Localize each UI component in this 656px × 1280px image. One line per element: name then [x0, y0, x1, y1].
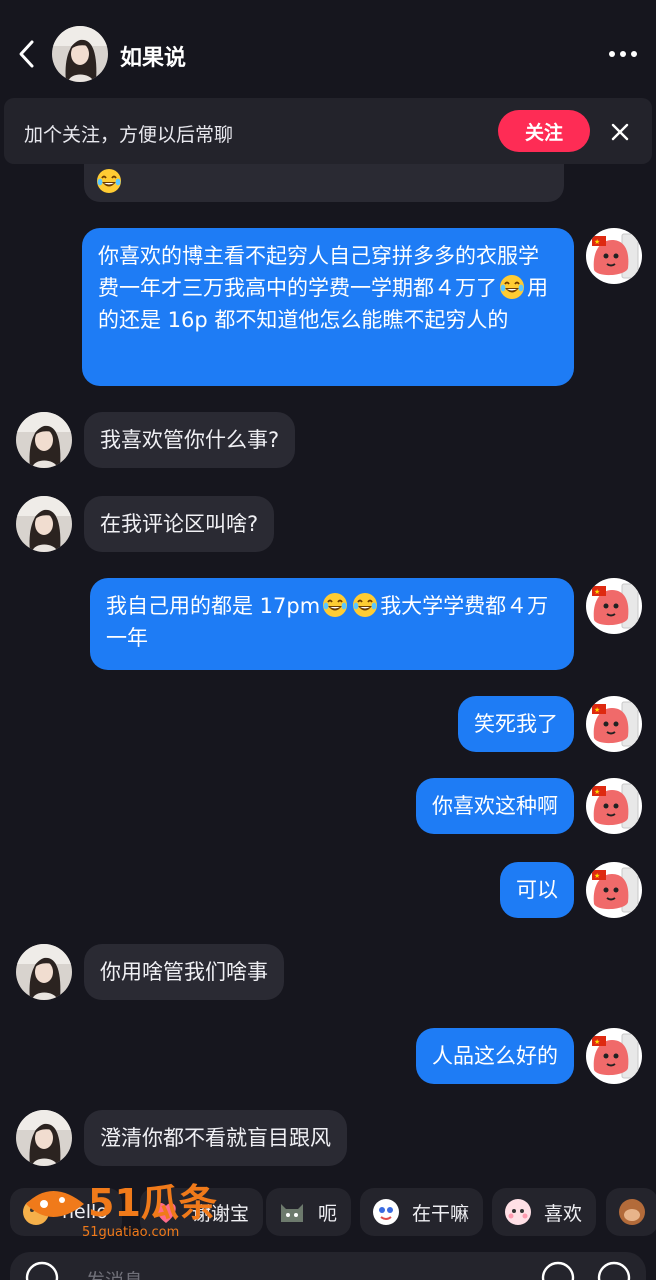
quick-reply-more[interactable]	[606, 1188, 656, 1236]
more-button[interactable]	[606, 40, 640, 68]
my-avatar[interactable]	[586, 1028, 642, 1084]
laughing-emoji-icon	[499, 274, 525, 300]
message-bubble-mine[interactable]: 你喜欢这种啊	[416, 778, 574, 834]
chat-header: 如果说	[0, 0, 656, 108]
message-text: 人品这么好的	[432, 1044, 558, 1068]
voice-icon[interactable]	[24, 1260, 60, 1280]
emoji-icon[interactable]	[540, 1260, 576, 1280]
message-text: 你喜欢的博主看不起穷人自己穿拼多多的衣服学费一年才三万我高中的学费一学期都４万了	[98, 244, 539, 300]
message-bubble-mine[interactable]: 笑死我了	[458, 696, 574, 752]
laughing-emoji-icon	[96, 168, 122, 194]
laughing-emoji-icon	[322, 592, 348, 618]
message-bubble-mine[interactable]: 可以	[500, 862, 574, 918]
contact-avatar[interactable]	[16, 1110, 72, 1166]
blush-sticker-icon	[505, 1199, 531, 1225]
message-input-placeholder[interactable]: 发消息...	[86, 1266, 161, 1280]
monkey-sticker-icon	[619, 1199, 645, 1225]
chevron-left-icon	[19, 40, 34, 68]
contact-avatar[interactable]	[16, 496, 72, 552]
message-bubble-mine[interactable]: 人品这么好的	[416, 1028, 574, 1084]
watermark-brand: 51瓜条	[88, 1181, 217, 1225]
message-text: 可以	[516, 878, 558, 902]
plus-icon[interactable]	[596, 1260, 632, 1280]
message-text: 澄清你都不看就盲目跟风	[100, 1126, 331, 1150]
quick-reply-label: 喜欢	[544, 1202, 583, 1225]
laughing-emoji-icon	[352, 592, 378, 618]
contact-avatar[interactable]	[52, 26, 108, 82]
more-dots-icon	[609, 51, 637, 57]
message-text: 我自己用的都是 17pm	[106, 594, 321, 618]
my-avatar[interactable]	[586, 578, 642, 634]
my-avatar[interactable]	[586, 696, 642, 752]
message-bubble-mine[interactable]: 你喜欢的博主看不起穷人自己穿拼多多的衣服学费一年才三万我高中的学费一学期都４万了…	[82, 228, 574, 386]
quick-reply-label: 在干嘛	[412, 1202, 470, 1225]
follow-banner: 加个关注，方便以后常聊 关注	[4, 98, 652, 164]
quick-reply-like[interactable]: 喜欢	[492, 1188, 597, 1236]
quick-reply-what-doing[interactable]: 在干嘛	[360, 1188, 484, 1236]
message-text: 你喜欢这种啊	[432, 794, 558, 818]
message-bubble-theirs[interactable]: 澄清你都不看就盲目跟风	[84, 1110, 347, 1166]
close-icon	[611, 123, 629, 141]
message-bubble-theirs[interactable]: 我喜欢管你什么事?	[84, 412, 296, 468]
message-bubble-theirs[interactable]: 你用啥管我们啥事	[84, 944, 284, 1000]
close-banner-button[interactable]	[608, 120, 632, 144]
message-text: 你用啥管我们啥事	[100, 960, 268, 984]
watermark-logo: 51瓜条 51guatiao.com	[22, 1174, 232, 1244]
cat-sticker-icon	[281, 1204, 303, 1222]
message-text: 在我评论区叫啥?	[100, 512, 259, 536]
back-button[interactable]	[12, 36, 44, 72]
watermark-icon: 51瓜条 51guatiao.com	[26, 1181, 217, 1240]
follow-button[interactable]: 关注	[498, 110, 590, 152]
contact-avatar[interactable]	[16, 944, 72, 1000]
my-avatar[interactable]	[586, 862, 642, 918]
contact-name[interactable]: 如果说	[120, 40, 186, 72]
quick-reply-uh[interactable]: 呃	[266, 1188, 352, 1236]
quick-reply-label: 呃	[318, 1202, 338, 1225]
message-input-bar[interactable]: 发消息...	[10, 1252, 646, 1280]
follow-prompt-text: 加个关注，方便以后常聊	[24, 124, 234, 146]
message-bubble-theirs[interactable]: 在我评论区叫啥?	[84, 496, 275, 552]
face-sticker-icon	[373, 1199, 399, 1225]
contact-avatar[interactable]	[16, 412, 72, 468]
watermark-url: 51guatiao.com	[82, 1225, 179, 1240]
message-text: 笑死我了	[474, 712, 558, 736]
my-avatar[interactable]	[586, 228, 642, 284]
message-bubble-mine[interactable]: 我自己用的都是 17pm 我大学学费都４万一年	[90, 578, 574, 670]
message-text: 我喜欢管你什么事?	[100, 428, 280, 452]
my-avatar[interactable]	[586, 778, 642, 834]
